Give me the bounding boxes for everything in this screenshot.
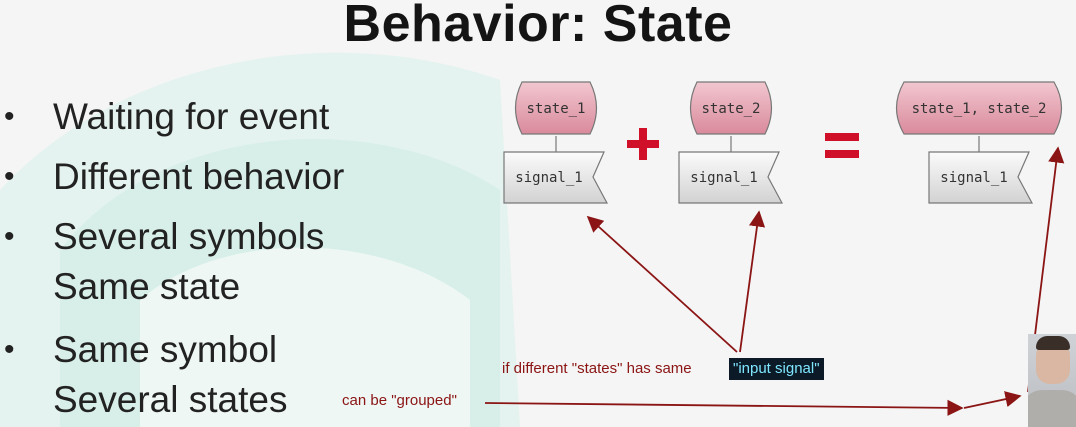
plus-operator [627, 128, 659, 160]
signal-label: signal_1 [690, 170, 757, 186]
signal-label: signal_1 [515, 170, 582, 186]
presenter-webcam-thumbnail [1028, 334, 1076, 427]
state-group-1: state_1 signal_1 [503, 81, 609, 204]
annotation-line-2: can be "grouped" [342, 392, 457, 409]
highlighted-input-signal: "input signal" [729, 358, 824, 380]
annotation-line-1: if different "states" has same [502, 360, 692, 377]
state-group-merged: state_1, state_2 signal_1 [895, 81, 1063, 204]
state-label: state_1 [526, 101, 585, 117]
arrow-to-signal-2 [739, 210, 766, 353]
arrow-to-signal-1 [586, 215, 738, 353]
presenter-hair [1036, 336, 1070, 350]
state-label: state_2 [701, 101, 760, 117]
equals-operator [825, 133, 859, 158]
presenter-shirt [1028, 390, 1076, 427]
state-group-2: state_2 signal_1 [678, 81, 784, 204]
signal-label: signal_1 [940, 170, 1007, 186]
state-label: state_1, state_2 [912, 101, 1047, 117]
arrow-grouped-horizontal [484, 399, 964, 416]
arrow-grouped-diagonal [963, 391, 1022, 409]
